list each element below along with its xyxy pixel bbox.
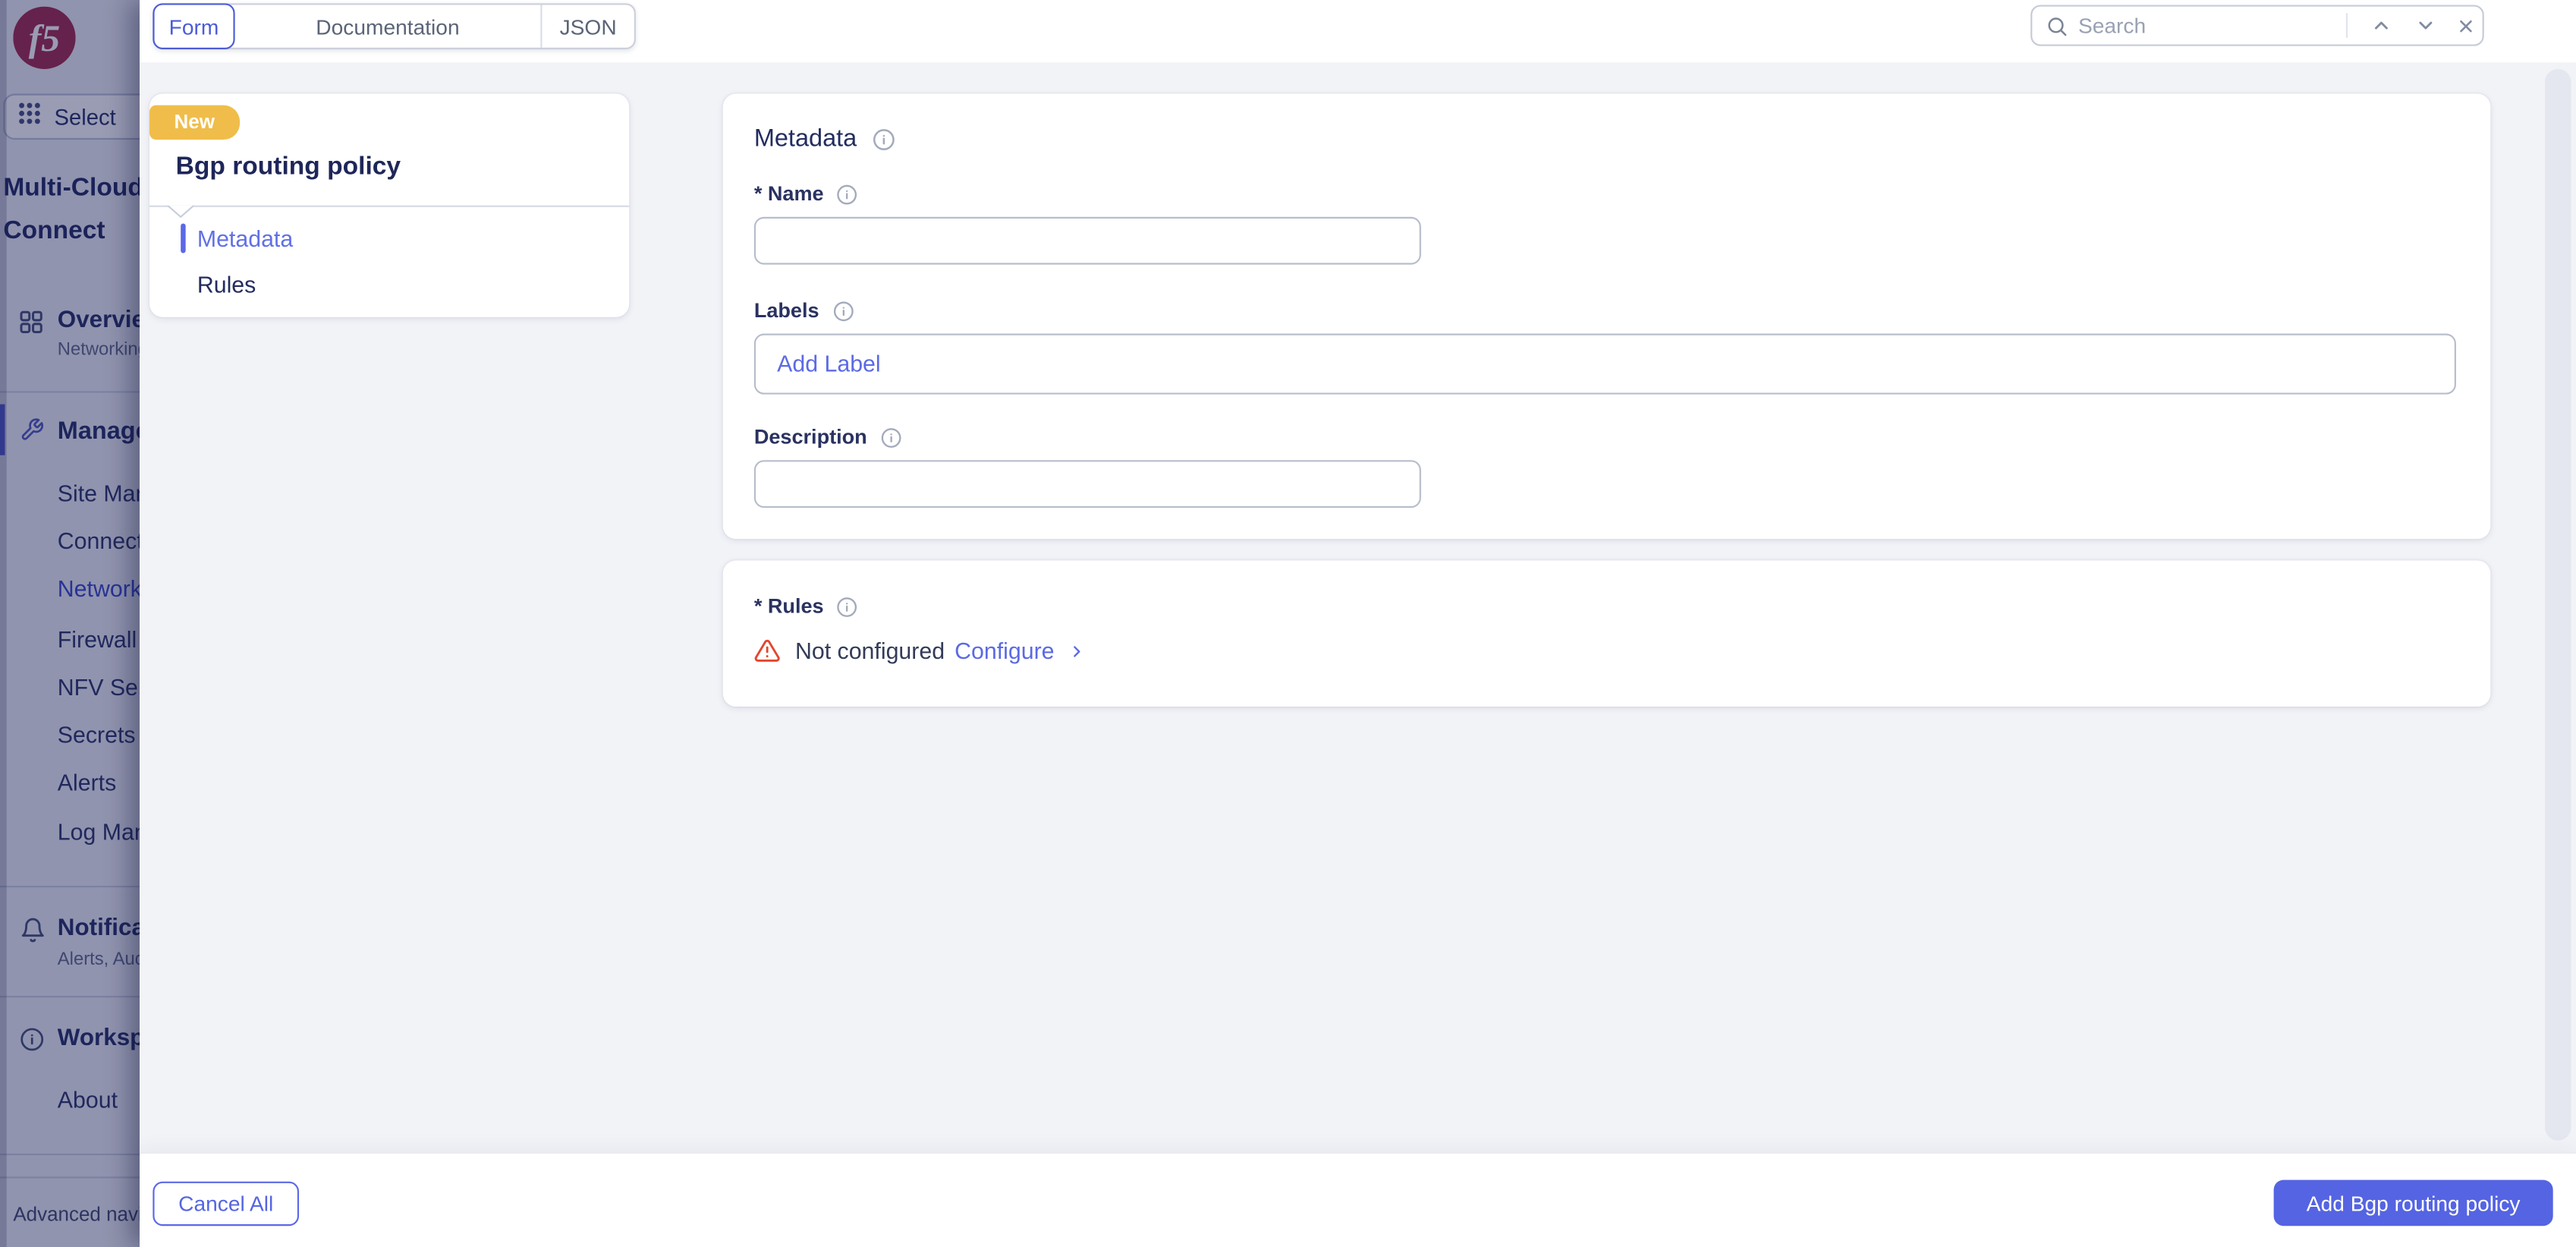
stepper-divider (149, 205, 630, 207)
chevron-up-icon[interactable] (2370, 14, 2392, 44)
new-badge: New (149, 105, 240, 140)
add-bgp-routing-policy-button[interactable]: Add Bgp routing policy (2273, 1179, 2553, 1227)
metadata-section-card: Metadata * Name Labels Add Label Descrip… (722, 93, 2491, 540)
rules-status-row: Not configured Configure (754, 638, 1086, 664)
tab-json[interactable]: JSON (540, 5, 634, 48)
close-icon[interactable] (2456, 14, 2476, 44)
add-label-button[interactable]: Add Label (777, 335, 881, 393)
step-rules[interactable]: Rules (197, 271, 256, 298)
modal-topbar: Form Documentation JSON (140, 0, 2576, 63)
app-viewport: f5 Select Multi-Cloud Connect Overvi Net… (0, 0, 2576, 1247)
warning-triangle-icon (754, 638, 781, 664)
info-icon[interactable] (837, 596, 858, 617)
tab-documentation[interactable]: Documentation (235, 5, 541, 47)
collapse-notch-icon[interactable] (166, 205, 196, 219)
name-field-label: * Name (754, 182, 858, 206)
modal-body: New Bgp routing policy Metadata Rules Me… (140, 62, 2576, 1154)
bgp-policy-modal: Form Documentation JSON Search New Bgp r… (140, 0, 2576, 1247)
active-step-indicator (181, 223, 186, 253)
description-input[interactable] (753, 460, 1421, 509)
cancel-all-button[interactable]: Cancel All (153, 1181, 300, 1227)
rules-field-label: * Rules (754, 595, 858, 618)
modal-footer: Cancel All Add Bgp routing policy (140, 1153, 2576, 1247)
name-input[interactable] (753, 216, 1421, 265)
configure-link[interactable]: Configure (955, 638, 1054, 664)
labels-input[interactable]: Add Label (753, 333, 2456, 395)
chevron-right-icon[interactable] (1068, 640, 1086, 661)
search-icon (2046, 14, 2068, 46)
scrollbar[interactable] (2544, 68, 2571, 1141)
info-icon[interactable] (880, 427, 901, 448)
view-tabs: Form Documentation JSON (153, 3, 636, 49)
step-metadata[interactable]: Metadata (197, 225, 293, 252)
info-icon[interactable] (832, 300, 854, 321)
search-divider (2345, 13, 2348, 38)
labels-field-label: Labels (754, 299, 854, 322)
chevron-down-icon[interactable] (2415, 14, 2436, 44)
info-icon[interactable] (837, 183, 858, 204)
info-icon[interactable] (872, 128, 895, 150)
description-field-label: Description (754, 426, 901, 449)
metadata-heading-text: Metadata (753, 124, 857, 153)
form-title: Bgp routing policy (175, 153, 401, 181)
form-stepper-card: New Bgp routing policy Metadata Rules (149, 93, 630, 317)
search-bar (2030, 5, 2484, 46)
rules-section-card: * Rules Not configured Configure (722, 560, 2491, 707)
tab-form[interactable]: Form (153, 3, 235, 49)
search-input[interactable] (2077, 8, 2325, 43)
rules-status-text: Not configured (794, 638, 945, 664)
metadata-heading: Metadata (754, 125, 895, 153)
